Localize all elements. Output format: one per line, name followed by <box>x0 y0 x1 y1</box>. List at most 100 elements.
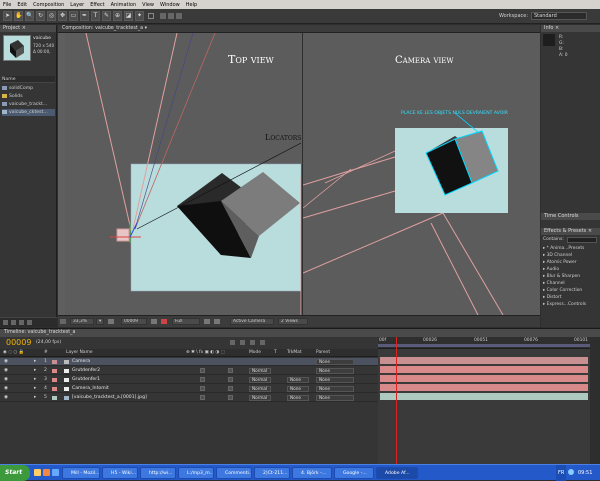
menu-view[interactable]: View <box>139 2 157 8</box>
transparency-grid-icon[interactable] <box>214 319 220 324</box>
blend-mode-select[interactable]: Normal <box>249 377 271 383</box>
menu-window[interactable]: Window <box>157 2 183 8</box>
timeline-layer-row[interactable]: ◉ ▸ 4 Camera_Intomit Normal None None <box>0 385 378 393</box>
3d-layer-switch[interactable] <box>228 386 233 391</box>
layer-duration-bar[interactable] <box>380 357 588 364</box>
composition-tab[interactable]: Composition: vaicube_tracktest_a ▾ <box>62 26 147 31</box>
layer-name[interactable]: Grutdenfer1 <box>72 376 100 384</box>
project-column-name[interactable]: Name <box>2 76 55 83</box>
layer-duration-bar[interactable] <box>380 384 588 391</box>
camera-tool-icon[interactable]: ◎ <box>47 11 56 21</box>
snapshot-icon[interactable] <box>151 319 157 324</box>
effect-category[interactable]: ▸ Color Correction <box>543 287 597 294</box>
grid-icon[interactable] <box>108 319 114 324</box>
parent-select[interactable]: None <box>316 395 354 401</box>
3d-view-select[interactable]: Active Camera <box>230 318 274 325</box>
twirl-icon[interactable]: ▸ <box>34 376 36 384</box>
menu-effect[interactable]: Effect <box>87 2 107 8</box>
3d-layer-switch[interactable] <box>228 395 233 400</box>
info-tab[interactable]: Info × <box>541 25 600 32</box>
time-controls-tab[interactable]: Time Controls <box>541 213 600 220</box>
visibility-eye-icon[interactable]: ◉ <box>4 385 8 393</box>
visibility-eye-icon[interactable]: ◉ <box>4 376 8 384</box>
motion-blur-icon[interactable] <box>250 340 255 345</box>
track-matte-select[interactable]: None <box>287 386 309 392</box>
quicklaunch-icon[interactable] <box>34 469 41 476</box>
resolution-select[interactable]: Full <box>172 318 200 325</box>
layer-duration-bar[interactable] <box>380 393 588 400</box>
parent-select[interactable]: None <box>316 359 354 365</box>
twirl-icon[interactable]: ▸ <box>34 367 36 375</box>
color-channel-icon[interactable] <box>161 319 167 324</box>
label-color-swatch[interactable] <box>52 396 57 400</box>
menu-file[interactable]: File <box>0 2 14 8</box>
visibility-eye-icon[interactable]: ◉ <box>4 367 8 375</box>
axis-mode-view-icon[interactable] <box>176 13 182 19</box>
effects-presets-tab[interactable]: Effects & Presets × <box>541 228 600 235</box>
taskbar-task[interactable]: H5 - Wiki... <box>102 467 138 479</box>
shy-switch[interactable] <box>200 368 205 373</box>
menu-composition[interactable]: Composition <box>30 2 67 8</box>
column-number[interactable]: # <box>44 349 48 357</box>
start-button[interactable]: Start <box>0 465 30 481</box>
blend-mode-select[interactable]: Normal <box>249 368 271 374</box>
layer-name[interactable]: Camera_Intomit <box>72 385 109 393</box>
taskbar-task-active[interactable]: Adobe Af... <box>376 467 418 479</box>
timeline-layer-row[interactable]: ◉ ▸ 3 Grutdenfer1 Normal None None <box>0 376 378 384</box>
always-preview-icon[interactable] <box>60 319 66 324</box>
taskbar-task[interactable]: Mill - Mozil... <box>62 467 100 479</box>
trash-icon[interactable] <box>27 320 32 325</box>
mask-tool-icon[interactable]: ▭ <box>69 11 78 21</box>
view-layout-select[interactable]: 2 Views <box>278 318 308 325</box>
label-color-swatch[interactable] <box>52 369 57 373</box>
column-t[interactable]: T <box>274 349 277 357</box>
timeline-layer-row[interactable]: ◉ ▸ 1 Camera None <box>0 358 378 366</box>
current-timecode[interactable]: 00009 <box>6 338 31 347</box>
zoom-tool-icon[interactable]: 🔍 <box>25 11 34 21</box>
menu-animation[interactable]: Animation <box>108 2 140 8</box>
label-color-swatch[interactable] <box>52 378 57 382</box>
parent-select[interactable]: None <box>316 377 354 383</box>
layer-name[interactable]: [vaicube_tracktest_a.[0001].jpg] <box>72 394 147 402</box>
top-view-viewer[interactable]: Top view Locators \nul objets <box>65 33 348 315</box>
rotate-tool-icon[interactable]: ↻ <box>36 11 45 21</box>
selection-tool-icon[interactable]: ➤ <box>3 11 12 21</box>
shy-switch[interactable] <box>200 386 205 391</box>
current-time-indicator[interactable] <box>396 337 397 464</box>
column-parent[interactable]: Parent <box>316 349 330 357</box>
menu-help[interactable]: Help <box>183 2 200 8</box>
new-composition-icon[interactable] <box>19 320 24 325</box>
blend-mode-select[interactable]: Normal <box>249 395 271 401</box>
layer-name[interactable]: Camera <box>72 358 90 366</box>
effect-category[interactable]: ▸ Blur & Sharpen <box>543 273 597 280</box>
column-trkmat[interactable]: TrkMat <box>287 349 302 357</box>
shy-switch[interactable] <box>200 395 205 400</box>
3d-layer-switch[interactable] <box>228 368 233 373</box>
workspace-select[interactable]: Standard <box>531 12 587 20</box>
visibility-eye-icon[interactable]: ◉ <box>4 394 8 402</box>
text-tool-icon[interactable]: T <box>91 11 100 21</box>
timeline-tab[interactable]: Timeline: vaicube_tracktest_a <box>4 330 75 335</box>
interpret-footage-icon[interactable] <box>3 320 8 325</box>
draft-3d-icon[interactable] <box>240 340 245 345</box>
stamp-tool-icon[interactable]: ⊕ <box>113 11 122 21</box>
axis-mode-world-icon[interactable] <box>168 13 174 19</box>
column-mode[interactable]: Mode <box>249 349 261 357</box>
language-indicator[interactable]: FR <box>556 465 567 481</box>
blend-mode-select[interactable]: Normal <box>249 386 271 392</box>
track-matte-select[interactable]: None <box>287 395 309 401</box>
effect-category[interactable]: ▸ Channel <box>543 280 597 287</box>
twirl-icon[interactable]: ▸ <box>34 385 36 393</box>
axis-mode-icon[interactable] <box>160 13 166 19</box>
brush-tool-icon[interactable]: ✎ <box>102 11 111 21</box>
taskbar-task[interactable]: L:/mp3_m... <box>178 467 214 479</box>
twirl-icon[interactable]: ▸ <box>34 358 36 366</box>
region-of-interest-icon[interactable] <box>204 319 210 324</box>
taskbar-task[interactable]: 4. Björk -... <box>292 467 332 479</box>
camera-icon[interactable] <box>116 228 130 242</box>
auto-open-panels-checkbox[interactable] <box>148 13 154 19</box>
track-matte-select[interactable]: None <box>287 377 309 383</box>
timeline-scrollbar[interactable] <box>590 337 600 464</box>
timeline-layer-row[interactable]: ◉ ▸ 2 Grutdenfer2 Normal None <box>0 367 378 375</box>
taskbar-task[interactable]: Commenti... <box>216 467 252 479</box>
